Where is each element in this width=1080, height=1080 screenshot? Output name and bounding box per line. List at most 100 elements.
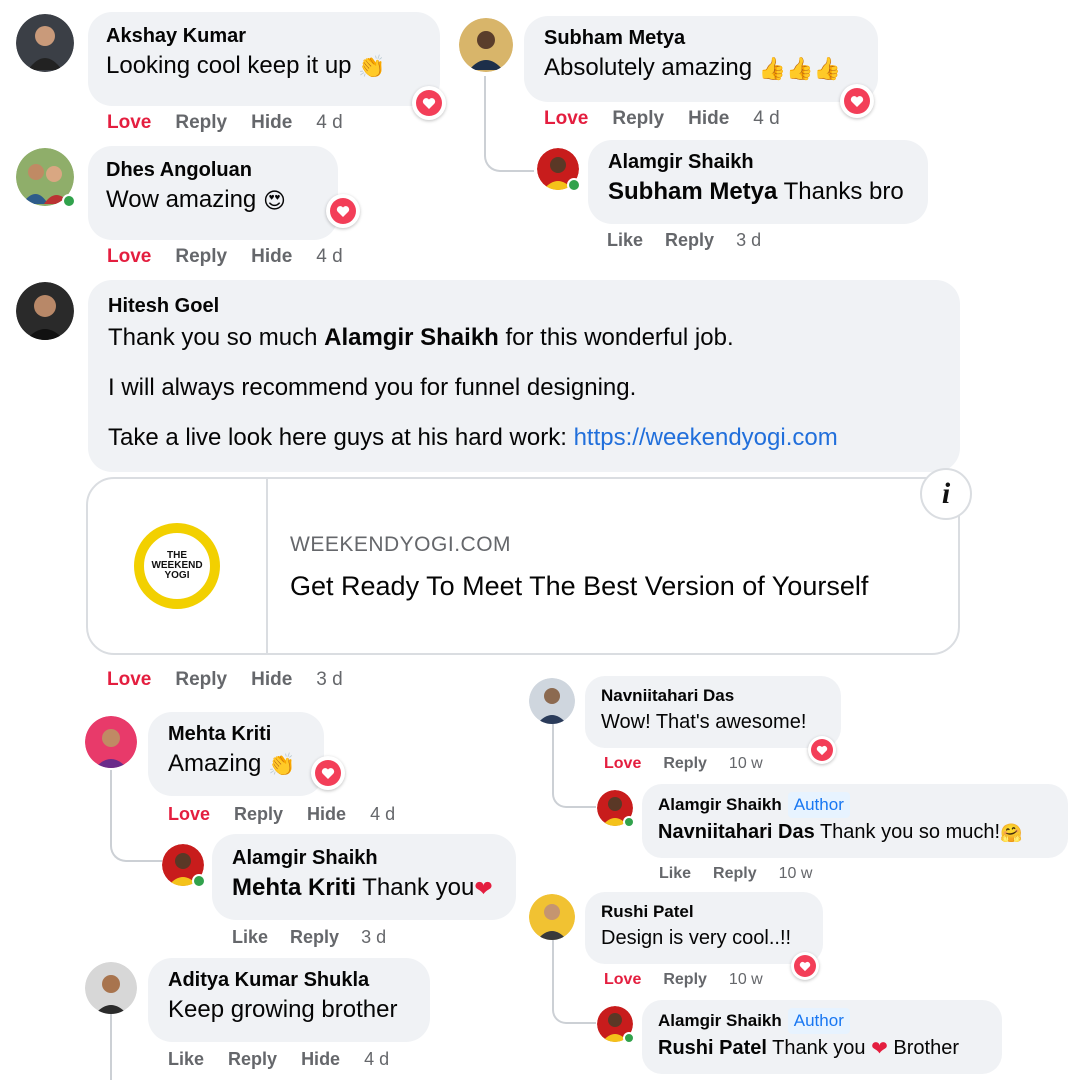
reply-button[interactable]: Reply [228, 1049, 277, 1070]
comment-bubble: Alamgir Shaikh Author Navniitahari Das Th… [642, 784, 1068, 858]
love-button[interactable]: Love [107, 112, 151, 134]
love-button[interactable]: Love [168, 804, 210, 825]
comment-actions: Love Reply Hide 4 d [107, 246, 343, 268]
comment-author[interactable]: Rushi Patel [601, 900, 807, 924]
love-reaction-icon[interactable] [840, 84, 874, 118]
online-status-icon [623, 816, 635, 828]
avatar[interactable] [537, 148, 581, 192]
love-reaction-icon[interactable] [808, 736, 836, 764]
info-icon[interactable]: i [920, 468, 972, 520]
link-preview-card[interactable]: THE WEEKEND YOGI WEEKENDYOGI.COM Get Ready… [86, 477, 960, 655]
comment-author[interactable]: Mehta Kriti [168, 720, 304, 748]
clapping-hands-icon: 👏 [358, 53, 386, 79]
reply-button[interactable]: Reply [663, 971, 707, 989]
comment-author[interactable]: Alamgir Shaikh [232, 844, 496, 872]
comment-author[interactable]: Alamgir Shaikh Author [658, 1008, 986, 1034]
comment-author[interactable]: Dhes Angoluan [106, 156, 320, 184]
comment-text: Wow! That's awesome! [601, 711, 807, 733]
comment-author[interactable]: Alamgir Shaikh Author [658, 792, 1052, 818]
timestamp[interactable]: 10 w [779, 865, 813, 883]
love-reaction-icon[interactable] [326, 194, 360, 228]
avatar[interactable] [162, 844, 206, 888]
author-badge: Author [787, 792, 850, 818]
timestamp[interactable]: 10 w [729, 755, 763, 773]
avatar[interactable] [597, 1006, 635, 1044]
reply-button[interactable]: Reply [665, 230, 714, 251]
hide-button[interactable]: Hide [301, 1049, 340, 1070]
hide-button[interactable]: Hide [251, 669, 292, 691]
comment-bubble: Akshay Kumar Looking cool keep it up 👏 [88, 12, 440, 106]
reply-button[interactable]: Reply [175, 112, 227, 134]
avatar[interactable] [16, 148, 76, 208]
reply-button[interactable]: Reply [290, 927, 339, 948]
like-button[interactable]: Like [232, 927, 268, 948]
comment-bubble: Mehta Kriti Amazing 👏 [148, 712, 324, 796]
avatar[interactable] [597, 790, 635, 828]
clapping-hands-icon: 👏 [268, 751, 296, 777]
reply-button[interactable]: Reply [234, 804, 283, 825]
comment-author[interactable]: Akshay Kumar [106, 22, 422, 50]
comment-text: Design is very cool..!! [601, 927, 792, 949]
comment-author[interactable]: Subham Metya [544, 24, 858, 52]
love-button[interactable]: Love [604, 755, 641, 773]
love-reaction-icon[interactable] [791, 952, 819, 980]
red-heart-icon: ❤ [871, 1037, 888, 1060]
comment-actions: Like Reply Hide 4 d [168, 1049, 389, 1070]
reply-button[interactable]: Reply [612, 108, 664, 130]
timestamp[interactable]: 10 w [729, 971, 763, 989]
timestamp[interactable]: 3 d [316, 669, 342, 691]
hide-button[interactable]: Hide [307, 804, 346, 825]
mention-link[interactable]: Mehta Kriti [232, 874, 356, 901]
avatar[interactable] [16, 282, 74, 340]
author-badge: Author [787, 1008, 850, 1034]
like-button[interactable]: Like [607, 230, 643, 251]
timestamp[interactable]: 4 d [370, 804, 395, 825]
mention-link[interactable]: Alamgir Shaikh [324, 324, 499, 351]
hide-button[interactable]: Hide [251, 112, 292, 134]
timestamp[interactable]: 4 d [316, 246, 342, 268]
avatar[interactable] [529, 894, 575, 940]
hide-button[interactable]: Hide [251, 246, 292, 268]
avatar[interactable] [85, 962, 137, 1014]
reply-button[interactable]: Reply [175, 246, 227, 268]
like-button[interactable]: Like [659, 865, 691, 883]
hide-button[interactable]: Hide [688, 108, 729, 130]
avatar[interactable] [16, 14, 74, 72]
website-link[interactable]: https://weekendyogi.com [574, 424, 838, 451]
timestamp[interactable]: 3 d [361, 927, 386, 948]
love-button[interactable]: Love [107, 669, 151, 691]
comment-text: Rushi Patel Thank you ❤ Brother [658, 1037, 959, 1060]
reply-button[interactable]: Reply [713, 865, 757, 883]
link-domain: WEEKENDYOGI.COM [290, 533, 512, 556]
avatar[interactable] [85, 716, 137, 768]
comment-actions: Love Reply Hide 4 d [168, 804, 395, 825]
mention-link[interactable]: Subham Metya [608, 178, 777, 205]
avatar[interactable] [529, 678, 575, 724]
love-button[interactable]: Love [544, 108, 588, 130]
reply-button[interactable]: Reply [663, 755, 707, 773]
avatar[interactable] [459, 18, 513, 72]
love-reaction-icon[interactable] [311, 756, 345, 790]
reply-button[interactable]: Reply [175, 669, 227, 691]
online-status-icon [567, 178, 581, 192]
timestamp[interactable]: 4 d [753, 108, 779, 130]
comment-author[interactable]: Navniitahari Das [601, 684, 825, 708]
love-reaction-icon[interactable] [412, 86, 446, 120]
comment-author[interactable]: Hitesh Goel [108, 292, 940, 320]
love-button[interactable]: Love [107, 246, 151, 268]
love-button[interactable]: Love [604, 971, 641, 989]
heart-eyes-icon: 😍 [262, 187, 286, 213]
comment-author[interactable]: Aditya Kumar Shukla [168, 966, 410, 994]
timestamp[interactable]: 4 d [364, 1049, 389, 1070]
comment-author[interactable]: Alamgir Shaikh [608, 148, 908, 176]
comment-text: Take a live look here guys at his hard w… [108, 424, 838, 451]
mention-link[interactable]: Rushi Patel [658, 1037, 767, 1059]
comment-bubble: Rushi Patel Design is very cool..!! [585, 892, 823, 964]
comment-bubble: Alamgir Shaikh Mehta Kriti Thank you❤ [212, 834, 516, 920]
timestamp[interactable]: 4 d [316, 112, 342, 134]
like-button[interactable]: Like [168, 1049, 204, 1070]
comment-actions: Like Reply 3 d [232, 927, 386, 948]
timestamp[interactable]: 3 d [736, 230, 761, 251]
mention-link[interactable]: Navniitahari Das [658, 821, 815, 843]
comment-actions: Love Reply 10 w [604, 971, 763, 989]
